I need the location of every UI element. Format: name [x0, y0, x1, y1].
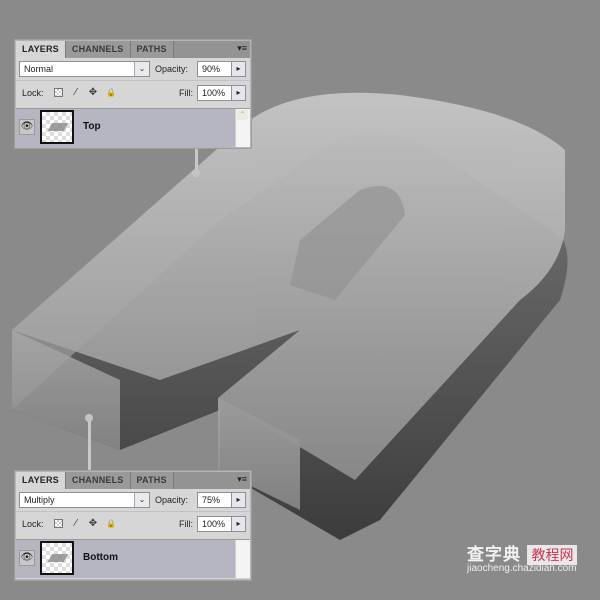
- eye-visibility-icon[interactable]: 👁: [19, 119, 35, 135]
- panel-tabs: LAYERS CHANNELS PATHS ▾≡: [16, 41, 250, 58]
- layer-thumbnail: [40, 541, 74, 575]
- watermark-url: jiaocheng.chazidian.com: [467, 563, 577, 574]
- tab-layers[interactable]: LAYERS: [16, 41, 66, 58]
- layers-scrollbar[interactable]: ⌃: [235, 109, 250, 147]
- fill-label: Fill:: [179, 519, 193, 529]
- tab-paths[interactable]: PATHS: [130, 472, 174, 489]
- thumbnail-shape: [47, 123, 69, 131]
- lock-fill-row: Lock: ⁄ ✥ 🔒 Fill: 100% ▸: [16, 511, 250, 537]
- fill-input[interactable]: 100%: [197, 516, 235, 532]
- layers-panel-top: LAYERS CHANNELS PATHS ▾≡ Normal ⌄ Opacit…: [15, 40, 251, 148]
- opacity-label: Opacity:: [155, 64, 189, 74]
- blend-opacity-row: Multiply ⌄ Opacity: 75% ▸: [16, 489, 250, 511]
- blend-mode-select[interactable]: Normal ⌄: [19, 61, 150, 77]
- fill-slider-button[interactable]: ▸: [231, 516, 246, 532]
- watermark-site-name: 查字典: [467, 545, 521, 564]
- opacity-slider-button[interactable]: ▸: [231, 61, 246, 77]
- layers-scrollbar[interactable]: [235, 540, 250, 578]
- tab-channels[interactable]: CHANNELS: [65, 472, 131, 489]
- opacity-slider-button[interactable]: ▸: [231, 492, 246, 508]
- layer-row-top[interactable]: 👁 Top ⌃: [16, 108, 250, 147]
- lock-fill-row: Lock: ⁄ ✥ 🔒 Fill: 100% ▸: [16, 80, 250, 106]
- fill-label: Fill:: [179, 88, 193, 98]
- blend-mode-value: Multiply: [24, 495, 55, 505]
- bottom-callout-dot: [85, 414, 93, 422]
- layers-panel-bottom: LAYERS CHANNELS PATHS ▾≡ Multiply ⌄ Opac…: [15, 471, 251, 580]
- chevron-down-icon[interactable]: ⌄: [134, 493, 149, 507]
- lock-position-icon[interactable]: ✥: [88, 88, 98, 98]
- chevron-down-icon[interactable]: ⌄: [134, 62, 149, 76]
- layer-name[interactable]: Bottom: [83, 552, 118, 563]
- tab-channels[interactable]: CHANNELS: [65, 41, 131, 58]
- lock-label: Lock:: [22, 88, 44, 98]
- lock-all-icon[interactable]: 🔒: [106, 519, 116, 529]
- opacity-input[interactable]: 75%: [197, 492, 235, 508]
- scroll-up-icon[interactable]: ⌃: [237, 110, 248, 120]
- lock-transparent-pixels-icon[interactable]: [54, 88, 63, 97]
- opacity-label: Opacity:: [155, 495, 189, 505]
- watermark: 查字典 教程网 jiaocheng.chazidian.com: [467, 540, 578, 574]
- lock-image-pixels-icon[interactable]: ⁄: [71, 88, 81, 98]
- lock-label: Lock:: [22, 519, 44, 529]
- eye-visibility-icon[interactable]: 👁: [19, 550, 35, 566]
- bottom-callout-line: [88, 420, 91, 472]
- lock-position-icon[interactable]: ✥: [88, 519, 98, 529]
- tab-paths[interactable]: PATHS: [130, 41, 174, 58]
- panel-menu-icon[interactable]: ▾≡: [237, 43, 247, 54]
- tab-layers[interactable]: LAYERS: [16, 472, 66, 489]
- top-callout-dot: [192, 169, 200, 177]
- blend-mode-select[interactable]: Multiply ⌄: [19, 492, 150, 508]
- fill-slider-button[interactable]: ▸: [231, 85, 246, 101]
- layer-name[interactable]: Top: [83, 121, 101, 132]
- thumbnail-shape: [47, 554, 69, 562]
- lock-all-icon[interactable]: 🔒: [106, 88, 116, 98]
- watermark-section: 教程网: [527, 545, 578, 565]
- layer-thumbnail: [40, 110, 74, 144]
- blend-mode-value: Normal: [24, 64, 54, 74]
- panel-tabs: LAYERS CHANNELS PATHS ▾≡: [16, 472, 250, 489]
- panel-menu-icon[interactable]: ▾≡: [237, 474, 247, 485]
- layer-row-bottom[interactable]: 👁 Bottom: [16, 539, 250, 578]
- lock-transparent-pixels-icon[interactable]: [54, 519, 63, 528]
- lock-image-pixels-icon[interactable]: ⁄: [71, 519, 81, 529]
- fill-input[interactable]: 100%: [197, 85, 235, 101]
- opacity-input[interactable]: 90%: [197, 61, 235, 77]
- blend-opacity-row: Normal ⌄ Opacity: 90% ▸: [16, 58, 250, 80]
